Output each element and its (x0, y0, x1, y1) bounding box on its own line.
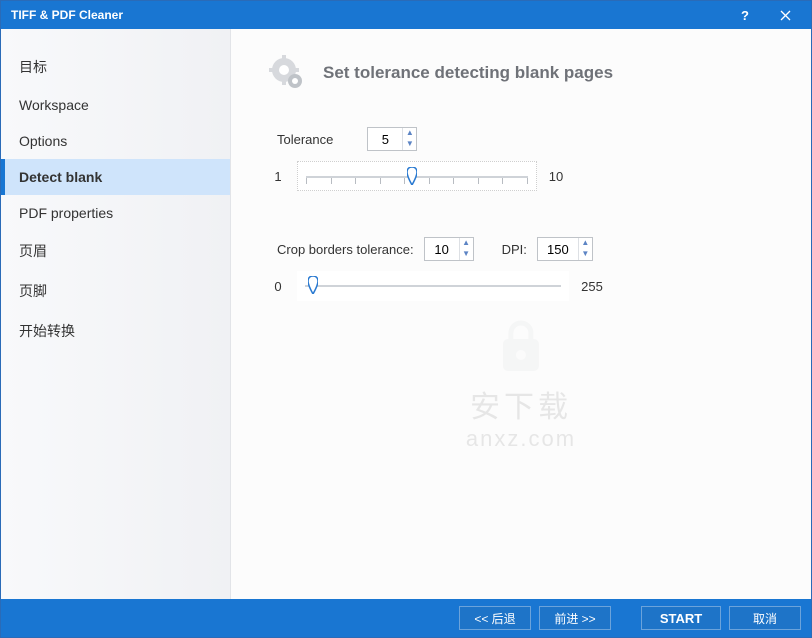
sidebar-item-target[interactable]: 目标 (1, 47, 230, 87)
window-title: TIFF & PDF Cleaner (11, 8, 725, 22)
crop-min: 0 (267, 279, 289, 294)
help-button[interactable]: ? (725, 1, 765, 29)
dpi-label: DPI: (502, 242, 527, 257)
chevron-up-icon[interactable]: ▲ (460, 238, 473, 249)
sidebar-item-options[interactable]: Options (1, 123, 230, 159)
dpi-input[interactable] (538, 240, 578, 259)
sidebar-item-detect-blank[interactable]: Detect blank (1, 159, 230, 195)
crop-max: 255 (577, 279, 607, 294)
forward-button[interactable]: 前进 >> (539, 606, 611, 630)
sidebar-item-pdf-properties[interactable]: PDF properties (1, 195, 230, 231)
sidebar-item-footer[interactable]: 页脚 (1, 271, 230, 311)
tolerance-input[interactable] (368, 130, 402, 149)
sidebar: 目标 Workspace Options Detect blank PDF pr… (1, 29, 231, 599)
close-icon (780, 10, 791, 21)
crop-label: Crop borders tolerance: (277, 242, 414, 257)
close-button[interactable] (765, 1, 805, 29)
crop-slider[interactable] (297, 271, 569, 301)
crop-input[interactable] (425, 240, 459, 259)
page-title: Set tolerance detecting blank pages (323, 63, 613, 83)
back-button[interactable]: << 后退 (459, 606, 531, 630)
titlebar: TIFF & PDF Cleaner ? (1, 1, 811, 29)
tolerance-max: 10 (545, 169, 567, 184)
crop-slider-thumb[interactable] (308, 276, 318, 294)
chevron-up-icon[interactable]: ▲ (403, 128, 416, 139)
chevron-down-icon[interactable]: ▼ (460, 249, 473, 260)
tolerance-min: 1 (267, 169, 289, 184)
footer: << 后退 前进 >> START 取消 (1, 599, 811, 637)
cancel-button[interactable]: 取消 (729, 606, 801, 630)
chevron-down-icon[interactable]: ▼ (403, 139, 416, 150)
app-window: TIFF & PDF Cleaner ? 目标 Workspace Option… (0, 0, 812, 638)
crop-spinner[interactable]: ▲ ▼ (424, 237, 474, 261)
tolerance-spinner[interactable]: ▲ ▼ (367, 127, 417, 151)
dpi-spinner[interactable]: ▲ ▼ (537, 237, 593, 261)
sidebar-item-workspace[interactable]: Workspace (1, 87, 230, 123)
watermark: 安下载 anxz.com (466, 319, 576, 452)
tolerance-label: Tolerance (277, 132, 333, 147)
start-button[interactable]: START (641, 606, 721, 630)
gear-icon (267, 53, 307, 93)
main-panel: Set tolerance detecting blank pages Tole… (231, 29, 811, 599)
sidebar-item-header[interactable]: 页眉 (1, 231, 230, 271)
tolerance-slider-thumb[interactable] (407, 167, 417, 185)
chevron-up-icon[interactable]: ▲ (579, 238, 592, 249)
chevron-down-icon[interactable]: ▼ (579, 249, 592, 260)
tolerance-slider[interactable] (297, 161, 537, 191)
sidebar-item-start-convert[interactable]: 开始转换 (1, 311, 230, 351)
